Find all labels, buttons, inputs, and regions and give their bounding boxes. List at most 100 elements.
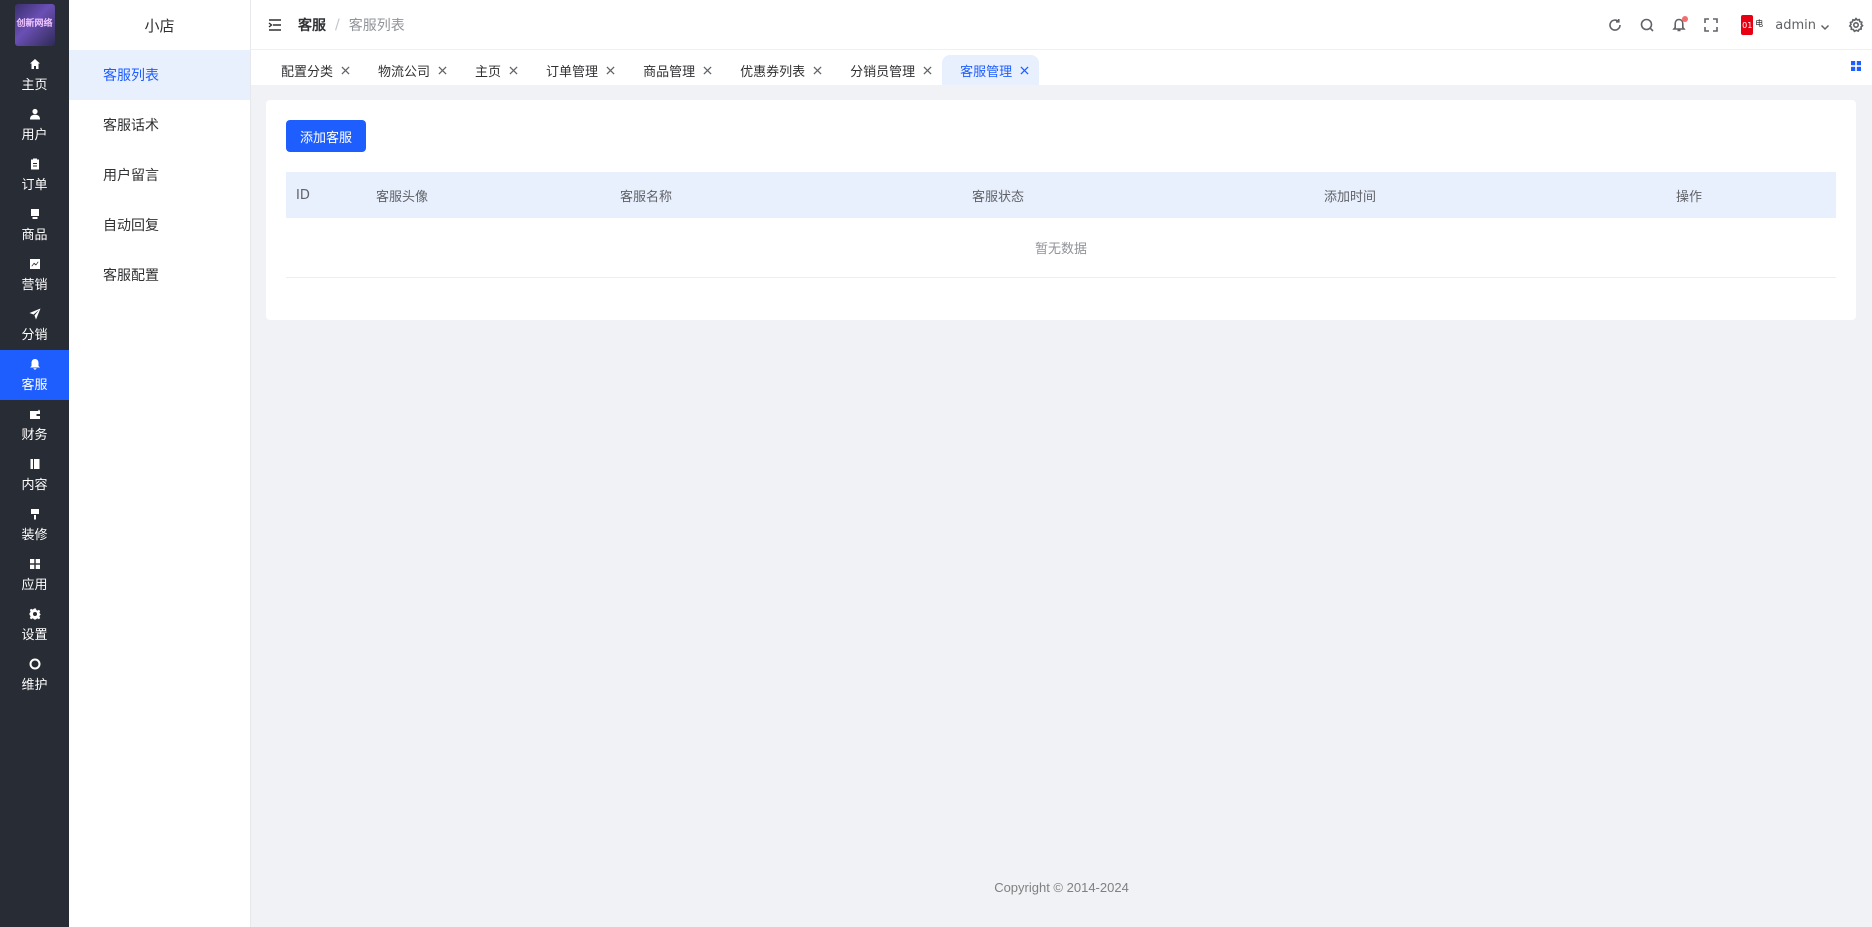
column-header-avatar: 客服头像: [376, 189, 429, 205]
tab-label: 优惠券列表: [740, 64, 806, 80]
tab-logistics[interactable]: 物流公司: [360, 55, 457, 85]
rail-item-label: 设置: [21, 628, 48, 643]
rail-item-settings[interactable]: 设置: [0, 600, 69, 650]
rail-item-home[interactable]: 主页: [0, 50, 69, 100]
rail-item-finance[interactable]: 财务: [0, 400, 69, 450]
settings-gear-icon[interactable]: [1848, 17, 1864, 33]
tab-service-management[interactable]: 客服管理: [942, 55, 1040, 85]
rail-item-user[interactable]: 用户: [0, 100, 69, 150]
breadcrumb-separator: /: [335, 16, 340, 33]
submenu-panel: 小店 客服列表 客服话术 用户留言 自动回复 客服配置: [69, 0, 251, 927]
column-header-status: 客服状态: [972, 189, 1025, 205]
book-icon: [28, 457, 42, 471]
apps-icon: [28, 557, 42, 571]
rail-item-label: 应用: [21, 578, 48, 593]
tab-config-category[interactable]: 配置分类: [263, 55, 360, 85]
header-actions: 01 电 admin: [1599, 0, 1872, 50]
column-header-time: 添加时间: [1324, 189, 1377, 205]
tab-home[interactable]: 主页: [457, 55, 528, 85]
top-header: 客服 / 客服列表 01 电 admin: [251, 0, 1872, 50]
submenu-item-service-scripts[interactable]: 客服话术: [69, 100, 250, 150]
menu-fold-icon[interactable]: [268, 18, 282, 31]
add-service-button[interactable]: 添加客服: [286, 120, 366, 152]
close-icon[interactable]: [812, 65, 822, 75]
tab-goods[interactable]: 商品管理: [625, 55, 722, 85]
rail-item-order[interactable]: 订单: [0, 150, 69, 200]
avatar-mark: 01: [1741, 15, 1754, 35]
service-list-card: 添加客服 ID 客服头像 客服名称 客服状态 添加时间 操作 暂无数据: [266, 100, 1856, 320]
rail-item-apps[interactable]: 应用: [0, 550, 69, 600]
breadcrumb-parent[interactable]: 客服: [298, 15, 326, 35]
user-name[interactable]: admin: [1775, 18, 1816, 33]
clipboard-icon: [28, 157, 42, 171]
rail-item-label: 维护: [21, 678, 48, 693]
brand-logo[interactable]: 创新网络: [0, 0, 69, 50]
brush-icon: [28, 507, 42, 521]
notification-dot: [1682, 16, 1689, 22]
close-icon[interactable]: [437, 65, 447, 75]
submenu-title: 小店: [144, 16, 175, 35]
tab-distributors[interactable]: 分销员管理: [832, 55, 942, 85]
avatar-mark-secondary: 电: [1755, 19, 1764, 28]
tab-label: 订单管理: [546, 64, 599, 80]
tab-orders[interactable]: 订单管理: [528, 55, 625, 85]
breadcrumb-current: 客服列表: [348, 17, 405, 34]
rail-item-goods[interactable]: 商品: [0, 200, 69, 250]
chart-icon: [28, 257, 42, 271]
user-icon: [28, 107, 42, 121]
tab-label: 分销员管理: [850, 64, 916, 80]
wallet-icon: [28, 407, 42, 421]
rail-item-label: 内容: [21, 478, 48, 493]
close-icon[interactable]: [605, 65, 615, 75]
table-header: ID 客服头像 客服名称 客服状态 添加时间 操作: [286, 172, 1836, 218]
rail-item-service[interactable]: 客服: [0, 350, 69, 400]
rail-item-content[interactable]: 内容: [0, 450, 69, 500]
page-tabs: 配置分类 物流公司 主页 订单管理 商品管理 优惠券列表 分销员管理 客服管理: [251, 50, 1872, 85]
empty-state: 暂无数据: [286, 218, 1836, 278]
rail-item-label: 订单: [21, 178, 48, 193]
service-table: ID 客服头像 客服名称 客服状态 添加时间 操作 暂无数据: [286, 172, 1836, 278]
fullscreen-icon[interactable]: [1703, 17, 1719, 33]
column-header-name: 客服名称: [620, 189, 673, 205]
home-icon: [28, 57, 42, 71]
submenu-item-auto-reply[interactable]: 自动回复: [69, 200, 250, 250]
submenu-item-service-config[interactable]: 客服配置: [69, 250, 250, 300]
send-icon: [28, 307, 42, 321]
rail-item-label: 装修: [21, 528, 48, 543]
rail-item-maintenance[interactable]: 维护: [0, 650, 69, 700]
tabs-menu-grid-icon[interactable]: [1850, 60, 1862, 72]
main-rail: 创新网络 主页 用户 订单 商品 营销 分销 客服 财务 内容 装修 应用 设置…: [0, 0, 69, 927]
logo-image: 创新网络: [14, 4, 55, 46]
tab-label: 物流公司: [378, 64, 431, 80]
avatar[interactable]: 01 电: [1741, 14, 1767, 36]
footer-copyright: Copyright © 2014-2024: [994, 880, 1129, 895]
rail-item-label: 主页: [21, 78, 48, 93]
close-icon[interactable]: [1019, 65, 1029, 75]
notification-bell-icon[interactable]: [1671, 16, 1689, 33]
tab-label: 主页: [475, 64, 502, 80]
rail-item-label: 营销: [21, 278, 48, 293]
goods-icon: [28, 207, 42, 221]
tab-coupons[interactable]: 优惠券列表: [722, 55, 832, 85]
rail-item-distribution[interactable]: 分销: [0, 300, 69, 350]
close-icon[interactable]: [922, 65, 932, 75]
search-icon[interactable]: [1639, 17, 1655, 33]
refresh-icon[interactable]: [1607, 17, 1623, 33]
tab-label: 配置分类: [281, 64, 334, 80]
tab-label: 商品管理: [643, 64, 696, 80]
rail-item-marketing[interactable]: 营销: [0, 250, 69, 300]
rail-item-decorate[interactable]: 装修: [0, 500, 69, 550]
close-icon[interactable]: [340, 65, 350, 75]
submenu-item-service-list[interactable]: 客服列表: [69, 50, 250, 100]
column-header-actions: 操作: [1676, 189, 1703, 205]
chevron-down-icon[interactable]: [1820, 20, 1830, 31]
rail-item-label: 客服: [21, 378, 48, 393]
close-icon[interactable]: [508, 65, 518, 75]
tab-label: 客服管理: [960, 64, 1013, 80]
rail-item-label: 分销: [21, 328, 48, 343]
close-icon[interactable]: [702, 65, 712, 75]
rail-item-label: 财务: [21, 428, 48, 443]
column-header-id: ID: [296, 187, 310, 203]
bell-icon: [28, 357, 42, 371]
submenu-item-user-messages[interactable]: 用户留言: [69, 150, 250, 200]
